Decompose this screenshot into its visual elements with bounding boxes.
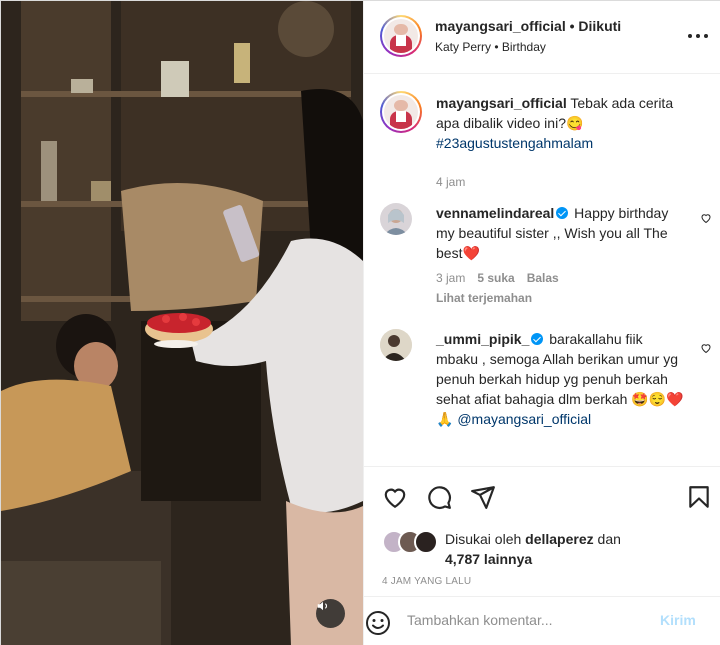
like-comment-heart-icon[interactable] [700,212,712,224]
liker-avatar [414,530,438,554]
comment-bubble-icon[interactable] [426,484,452,510]
post-modal: mayangsari_official • Diikuti Katy Perry… [0,0,720,645]
post-video[interactable] [1,1,363,645]
comments-list[interactable]: mayangsari_official Tebak ada cerita apa… [364,75,720,465]
likes-count[interactable]: 4,787 lainnya [445,551,532,567]
sound-toggle-button[interactable] [316,599,345,628]
post-comment-button[interactable]: Kirim [660,612,696,628]
caption-hashtag[interactable]: #23agustustengahmalam [436,135,593,151]
share-send-icon[interactable] [470,484,496,510]
comment-meta: 3 jam 5 suka Balas [436,271,559,285]
comment-username[interactable]: _ummi_pipik_ [436,331,529,347]
author-avatar[interactable] [380,15,422,57]
liked-by-prefix: Disukai oleh [445,531,522,547]
caption-avatar[interactable] [380,91,422,133]
see-translation-link[interactable]: Lihat terjemahan [436,291,532,305]
verified-badge-icon [556,207,569,219]
author-line: mayangsari_official • Diikuti [435,18,621,34]
post-timestamp[interactable]: 4 JAM YANG LALU [382,576,471,587]
commenter-avatar[interactable] [380,329,412,361]
comment-item: vennamelindareal Happy birthday my beaut… [380,201,712,311]
comment-item: _ummi_pipik_ barakallahu fiik mbaku , se… [380,327,712,465]
post-actions: Disukai oleh dellaperez dan 4,787 lainny… [364,466,720,606]
caption-time: 4 jam [436,175,466,189]
caption-username[interactable]: mayangsari_official [436,95,567,111]
add-comment-bar: Kirim [364,596,720,645]
liked-by-text: Disukai oleh dellaperez dan 4,787 lainny… [445,529,621,569]
post-details-panel: mayangsari_official • Diikuti Katy Perry… [363,1,720,645]
comment-time: 3 jam [436,271,466,285]
comment-mention[interactable]: @mayangsari_official [457,411,591,427]
post-header: mayangsari_official • Diikuti Katy Perry… [364,1,720,74]
emoji-smiley-icon[interactable] [364,609,392,637]
speaker-icon [317,601,328,611]
audio-link[interactable]: Katy Perry • Birthday [435,40,546,54]
caption-text: mayangsari_official Tebak ada cerita apa… [436,93,686,153]
comment-username[interactable]: vennamelindareal [436,205,554,221]
following-button[interactable]: Diikuti [578,18,621,34]
like-heart-icon[interactable] [382,484,408,510]
liked-by-user[interactable]: dellaperez [525,531,593,547]
caption: mayangsari_official Tebak ada cerita apa… [380,89,710,189]
commenter-avatar[interactable] [380,203,412,235]
separator-dot: • [569,18,575,34]
comment-text: _ummi_pipik_ barakallahu fiik mbaku , se… [436,329,686,429]
comment-text: vennamelindareal Happy birthday my beaut… [436,203,686,263]
reply-button[interactable]: Balas [527,271,559,285]
like-comment-heart-icon[interactable] [700,342,712,354]
comment-input[interactable] [407,609,647,631]
video-frame [1,1,363,645]
author-username[interactable]: mayangsari_official [435,18,566,34]
verified-badge-icon [531,333,544,345]
liked-by-conj: dan [597,531,621,547]
comment-likes[interactable]: 5 suka [477,271,514,285]
more-options-icon[interactable] [686,28,710,44]
save-bookmark-icon[interactable] [686,484,712,510]
